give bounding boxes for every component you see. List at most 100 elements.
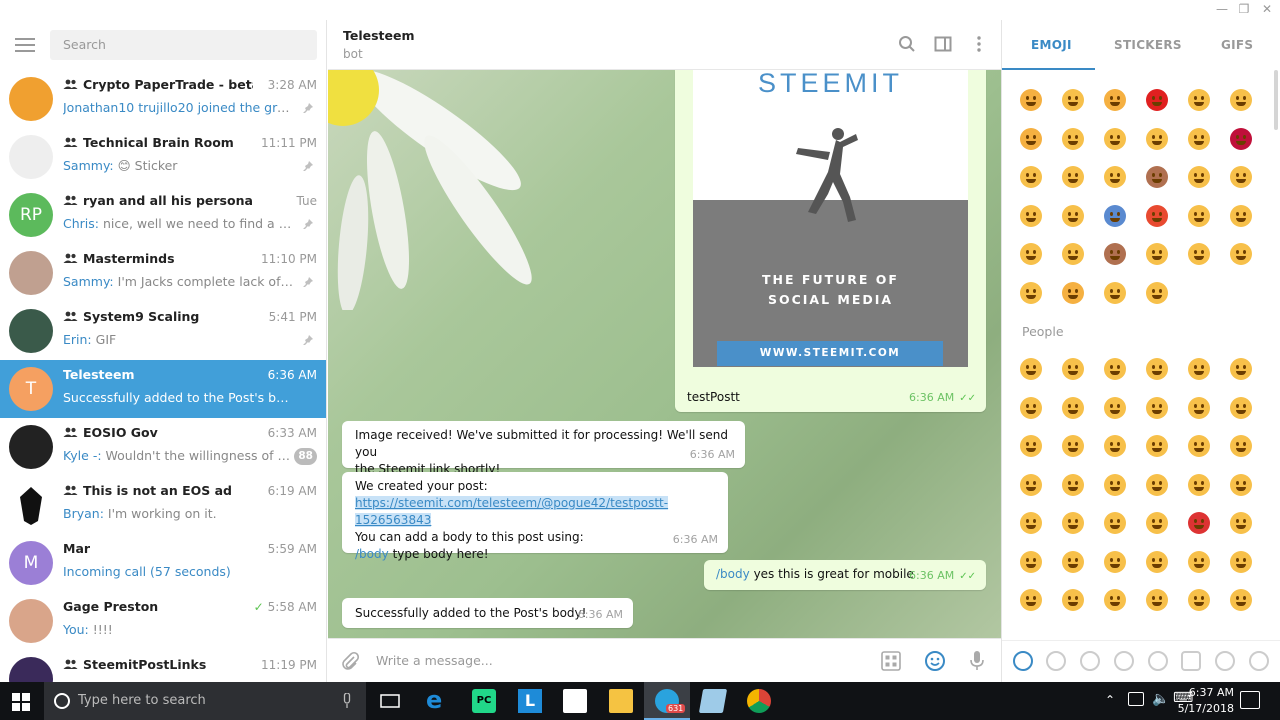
emoji-cell[interactable] (1020, 166, 1062, 205)
emoji-cell[interactable] (1020, 358, 1062, 397)
emoji-cell[interactable] (1104, 281, 1146, 321)
emoji-cell[interactable] (1104, 243, 1146, 282)
symbols-category-icon[interactable] (1249, 651, 1269, 671)
emoji-cell[interactable] (1104, 89, 1146, 128)
emoji-cell[interactable] (1188, 243, 1230, 282)
emoji-cell[interactable] (1062, 89, 1104, 128)
emoji-cell[interactable] (1230, 166, 1272, 205)
recent-category-icon[interactable] (1013, 651, 1033, 671)
emoji-cell[interactable] (1146, 550, 1188, 590)
emoji-cell[interactable] (1146, 166, 1188, 205)
emoji-cell[interactable] (1146, 89, 1188, 128)
windows-start-icon[interactable] (12, 693, 30, 711)
edge-browser-icon[interactable]: e (426, 688, 450, 713)
emoji-cell[interactable] (1062, 512, 1104, 551)
emoji-cell[interactable] (1062, 281, 1104, 321)
notepad-icon[interactable] (698, 689, 728, 713)
emoji-cell[interactable] (1146, 204, 1188, 244)
emoji-cell[interactable] (1104, 127, 1146, 167)
emoji-cell[interactable] (1188, 166, 1230, 205)
image-message[interactable]: STEEMIT THE FUTURE OF SOCIAL MEDIA WWW.S… (675, 70, 986, 412)
emoji-cell[interactable] (1146, 589, 1188, 628)
people-category-icon[interactable] (1046, 651, 1066, 671)
taskbar-search-box[interactable]: Type here to search (44, 682, 366, 720)
emoji-cell[interactable] (1146, 358, 1188, 397)
emoji-cell[interactable] (1020, 89, 1062, 128)
incoming-message[interactable]: Image received! We've submitted it for p… (342, 421, 745, 476)
search-input[interactable]: Search (50, 30, 317, 60)
emoji-cell[interactable] (1230, 550, 1260, 590)
tab-gifs[interactable]: GIFS (1221, 38, 1253, 52)
emoji-cell[interactable] (1230, 89, 1272, 128)
emoji-cell[interactable] (1188, 435, 1230, 474)
emoji-cell[interactable] (1062, 204, 1104, 244)
emoji-cell[interactable] (1188, 473, 1230, 513)
incoming-message[interactable]: Successfully added to the Post's body! 6… (342, 598, 633, 628)
food-category-icon[interactable] (1114, 651, 1134, 671)
post-link[interactable]: https://steemit.com/telesteem/@pogue42/t… (355, 496, 669, 527)
emoji-cell[interactable] (1104, 396, 1146, 436)
emoji-cell[interactable] (1230, 435, 1260, 474)
emoji-cell[interactable] (1062, 243, 1104, 282)
emoji-cell[interactable] (1230, 358, 1260, 397)
emoji-cell[interactable] (1020, 550, 1062, 590)
dialog-item[interactable]: EOSIO Gov 6:33 AM Kyle -: Wouldn't the wil… (0, 418, 326, 476)
emoji-cell[interactable] (1062, 589, 1104, 628)
emoji-cell[interactable] (1020, 396, 1062, 436)
tab-emoji[interactable]: EMOJI (1031, 38, 1072, 52)
maximize-button[interactable]: ❐ (1233, 2, 1255, 18)
emoji-cell[interactable] (1230, 589, 1260, 628)
travel-category-icon[interactable] (1181, 651, 1201, 671)
emoji-cell[interactable] (1020, 435, 1062, 474)
close-button[interactable]: ✕ (1256, 2, 1278, 18)
dialog-item[interactable]: Masterminds 11:10 PM Sammy: I'm Jacks comp… (0, 244, 326, 302)
emoji-cell[interactable] (1020, 243, 1062, 282)
objects-category-icon[interactable] (1215, 651, 1235, 671)
emoji-cell[interactable] (1104, 589, 1146, 628)
emoji-cell[interactable] (1104, 512, 1146, 551)
emoji-cell[interactable] (1062, 166, 1104, 205)
emoji-cell[interactable] (1188, 358, 1230, 397)
tab-stickers[interactable]: STICKERS (1114, 38, 1182, 52)
emoji-cell[interactable] (1230, 243, 1272, 282)
emoji-cell[interactable] (1230, 473, 1260, 513)
emoji-cell[interactable] (1020, 512, 1062, 551)
emoji-cell[interactable] (1146, 243, 1188, 282)
dialog-item[interactable]: Gage Preston ✓ 5:58 AM You: !!!! (0, 592, 326, 650)
emoji-cell[interactable] (1020, 127, 1062, 167)
file-explorer-icon[interactable] (609, 689, 633, 713)
emoji-icon[interactable] (924, 650, 946, 672)
emoji-cell[interactable] (1020, 204, 1062, 244)
telegram-taskbar-button[interactable]: 631 (644, 682, 690, 720)
emoji-cell[interactable] (1104, 358, 1146, 397)
emoji-cell[interactable] (1146, 396, 1188, 436)
emoji-cell[interactable] (1062, 435, 1104, 474)
dialog-item[interactable]: Crypto PaperTrade - beta 3:28 AM Jonathan1… (0, 70, 326, 128)
emoji-cell[interactable] (1146, 435, 1188, 474)
dialog-item[interactable]: SteemitPostLinks 11:19 PM (0, 650, 326, 682)
chat-title[interactable]: Telesteem (343, 28, 415, 43)
emoji-cell[interactable] (1188, 204, 1230, 244)
body-command-link[interactable]: /body (716, 567, 750, 581)
activity-category-icon[interactable] (1148, 651, 1168, 671)
emoji-cell[interactable] (1104, 435, 1146, 474)
microphone-icon[interactable] (968, 650, 986, 672)
microphone-icon[interactable] (342, 693, 352, 709)
emoji-cell[interactable] (1062, 550, 1104, 590)
dialog-item[interactable]: Technical Brain Room 11:11 PM Sammy: 😊 Sti… (0, 128, 326, 186)
emoji-scrollbar[interactable] (1274, 70, 1278, 130)
emoji-cell[interactable] (1020, 473, 1062, 513)
dialog-item[interactable]: RP ryan and all his personalities TueChris… (0, 186, 326, 244)
emoji-cell[interactable] (1188, 550, 1230, 590)
emoji-cell[interactable] (1230, 204, 1272, 244)
dialog-item[interactable]: This is not an EOS ad 6:19 AM Bryan: I'm w… (0, 476, 326, 534)
chrome-icon[interactable] (747, 689, 771, 713)
task-view-icon[interactable] (378, 689, 402, 713)
outgoing-message[interactable]: /body yes this is great for mobile 6:36 … (704, 560, 986, 590)
animals-category-icon[interactable] (1080, 651, 1100, 671)
emoji-cell[interactable] (1188, 127, 1230, 167)
lync-icon[interactable]: L (518, 689, 542, 713)
emoji-cell[interactable] (1188, 89, 1230, 128)
battery-icon[interactable] (1128, 692, 1144, 706)
message-input[interactable]: Write a message... (376, 653, 493, 668)
